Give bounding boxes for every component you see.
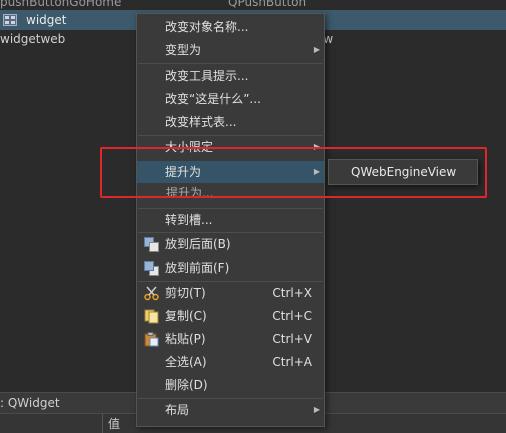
object-name: widgetweb — [0, 32, 66, 46]
send-to-back-icon — [144, 237, 159, 252]
menu-separator — [138, 63, 323, 64]
shortcut-copy: Ctrl+C — [272, 309, 312, 323]
menu-item-cut[interactable]: 剪切(T) Ctrl+X — [137, 282, 324, 304]
widget-icon — [3, 14, 17, 26]
menu-item-select-all[interactable]: 全选(A) Ctrl+A — [137, 351, 324, 373]
menu-item-paste[interactable]: 粘贴(P) Ctrl+V — [137, 328, 324, 350]
submenu-arrow-icon: ▶ — [313, 405, 320, 414]
bring-to-front-icon — [144, 261, 159, 276]
menu-item-change-object-name[interactable]: 改变对象名称... — [137, 16, 324, 38]
menu-item-delete[interactable]: 删除(D) — [137, 374, 324, 396]
shortcut-paste: Ctrl+V — [272, 332, 312, 346]
paste-icon — [144, 332, 159, 347]
scissors-icon — [144, 286, 159, 301]
value-column-header[interactable]: 值 — [108, 415, 120, 432]
menu-item-copy[interactable]: 复制(C) Ctrl+C — [137, 305, 324, 327]
highlight-annotation-box — [100, 147, 487, 198]
menu-item-change-stylesheet[interactable]: 改变样式表... — [137, 111, 324, 133]
copy-icon — [144, 309, 159, 324]
context-menu: 改变对象名称... 变型为 ▶ 改变工具提示... 改变“这是什么”... 改变… — [136, 13, 325, 427]
menu-item-layout[interactable]: 布局 ▶ — [137, 399, 324, 421]
submenu-arrow-icon: ▶ — [313, 45, 320, 54]
menu-item-change-tooltip[interactable]: 改变工具提示... — [137, 65, 324, 87]
object-name: widget — [26, 13, 67, 27]
menu-item-goto-slot[interactable]: 转到槽... — [137, 209, 324, 231]
menu-item-morph-into[interactable]: 变型为 ▶ — [137, 39, 324, 61]
shortcut-cut: Ctrl+X — [272, 286, 312, 300]
menu-item-change-whats-this[interactable]: 改变“这是什么”... — [137, 88, 324, 110]
menu-item-bring-to-front[interactable]: 放到前面(F) — [137, 257, 324, 279]
column-divider[interactable] — [102, 414, 103, 433]
menu-item-send-to-back[interactable]: 放到后面(B) — [137, 233, 324, 255]
shortcut-select-all: Ctrl+A — [272, 355, 312, 369]
